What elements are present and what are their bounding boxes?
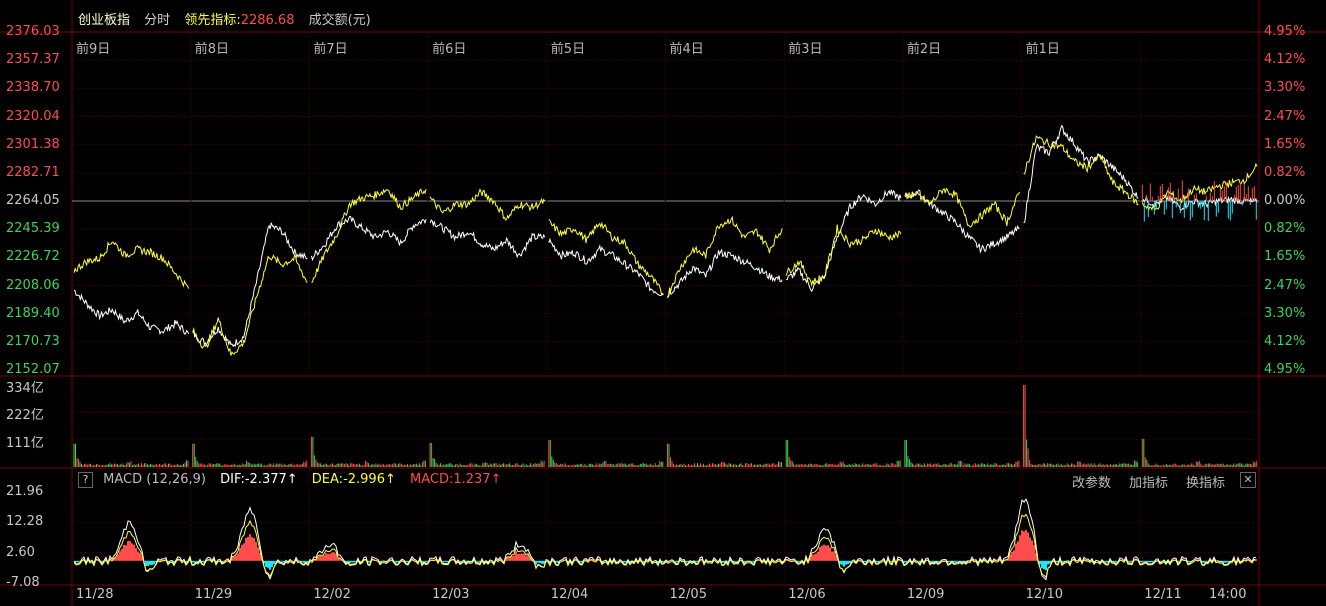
price-tick-label: 2301.38	[6, 136, 60, 152]
price-tick-label: 2376.03	[6, 24, 60, 39]
percent-tick-label: 2.47%	[1264, 277, 1306, 293]
day-label: 前1日	[1025, 42, 1060, 57]
time-tick-label: 12/02	[313, 587, 351, 602]
percent-tick-label: 4.12%	[1264, 52, 1306, 68]
macd-tick-label: 21.96	[6, 484, 44, 499]
time-tick-label: 12/09	[906, 587, 945, 602]
price-tick-label: 2170.73	[6, 333, 60, 349]
price-tick-label: 2282.71	[6, 164, 60, 180]
day-label: 前2日	[906, 42, 942, 57]
time-tick-label: 12/10	[1025, 587, 1064, 602]
time-tick-label: 12/03	[432, 587, 470, 602]
price-tick-label: 2264.05	[6, 193, 60, 208]
time-tick-label: 12/04	[550, 587, 589, 602]
percent-tick-label: 2.47%	[1264, 108, 1306, 124]
price-tick-label: 2338.70	[6, 80, 60, 96]
price-series-line	[192, 222, 308, 348]
percent-tick-label: 3.30%	[1264, 80, 1306, 96]
macd-tick-label: 2.60	[6, 544, 35, 560]
percent-tick-label: 0.00%	[1264, 193, 1306, 208]
price-series-line	[310, 215, 427, 262]
price-series-line	[786, 189, 902, 293]
volume-tick-label: 334亿	[6, 381, 44, 396]
percent-tick-label: 4.95%	[1264, 362, 1306, 377]
price-series-line	[548, 237, 664, 297]
price-series-line	[429, 188, 546, 221]
percent-tick-label: 4.95%	[1264, 24, 1306, 39]
change-params-button[interactable]: 改参数	[1072, 472, 1111, 491]
price-series-line	[311, 188, 427, 283]
percent-tick-label: 4.12%	[1264, 333, 1306, 349]
price-tick-label: 2226.72	[6, 249, 60, 265]
help-button[interactable]: ?	[78, 472, 93, 488]
volume-tick-label: 111亿	[6, 435, 44, 451]
price-series-line	[548, 219, 664, 295]
macd-value: MACD:1.237↑	[410, 472, 502, 487]
price-series-line	[73, 289, 190, 336]
macd-dea: DEA:-2.996↑	[311, 472, 396, 487]
intraday-chart[interactable]	[0, 0, 1326, 606]
price-series-line	[73, 241, 190, 289]
price-tick-label: 2245.39	[6, 221, 60, 237]
price-series-line	[785, 224, 902, 287]
day-label: 前4日	[669, 42, 704, 57]
time-tick-label: 12/11	[1144, 587, 1182, 602]
price-series-line	[904, 187, 1021, 228]
add-indicator-button[interactable]: 加指标	[1129, 472, 1168, 491]
price-tick-label: 2189.40	[6, 305, 60, 321]
macd-tick-label: 12.28	[6, 514, 44, 530]
macd-tick-label: -7.08	[6, 575, 40, 590]
day-label: 前9日	[76, 42, 111, 57]
percent-tick-label: 0.82%	[1264, 164, 1306, 180]
day-label: 前5日	[550, 42, 586, 57]
close-icon[interactable]: ✕	[1240, 472, 1256, 488]
time-tick-label: 12/06	[788, 587, 826, 602]
price-series-line	[1023, 124, 1139, 224]
macd-title: MACD (12,26,9)	[103, 472, 207, 487]
time-tick-label: 12/05	[669, 587, 707, 602]
price-tick-label: 2320.04	[6, 108, 60, 124]
price-tick-label: 2152.07	[6, 362, 60, 377]
day-label: 前8日	[194, 42, 229, 57]
percent-tick-label: 0.82%	[1264, 221, 1306, 237]
macd-dif: DIF:-2.377↑	[220, 472, 298, 487]
time-tick-label: 11/28	[76, 587, 114, 602]
price-tick-label: 2208.06	[6, 277, 60, 293]
volume-tick-label: 222亿	[6, 408, 44, 424]
time-tick-label: 11/29	[194, 587, 233, 602]
percent-tick-label: 3.30%	[1264, 305, 1306, 321]
switch-indicator-button[interactable]: 换指标	[1186, 472, 1225, 491]
percent-tick-label: 1.65%	[1264, 136, 1306, 152]
day-label: 前7日	[313, 42, 348, 57]
time-tick-label: 14:00	[1209, 587, 1247, 602]
price-series-line	[429, 219, 546, 259]
price-tick-label: 2357.37	[6, 52, 60, 68]
percent-tick-label: 1.65%	[1264, 249, 1306, 265]
macd-header: ? MACD (12,26,9) DIF:-2.377↑ DEA:-2.996↑…	[78, 472, 511, 488]
day-label: 前6日	[432, 42, 467, 57]
day-label: 前3日	[788, 42, 823, 57]
